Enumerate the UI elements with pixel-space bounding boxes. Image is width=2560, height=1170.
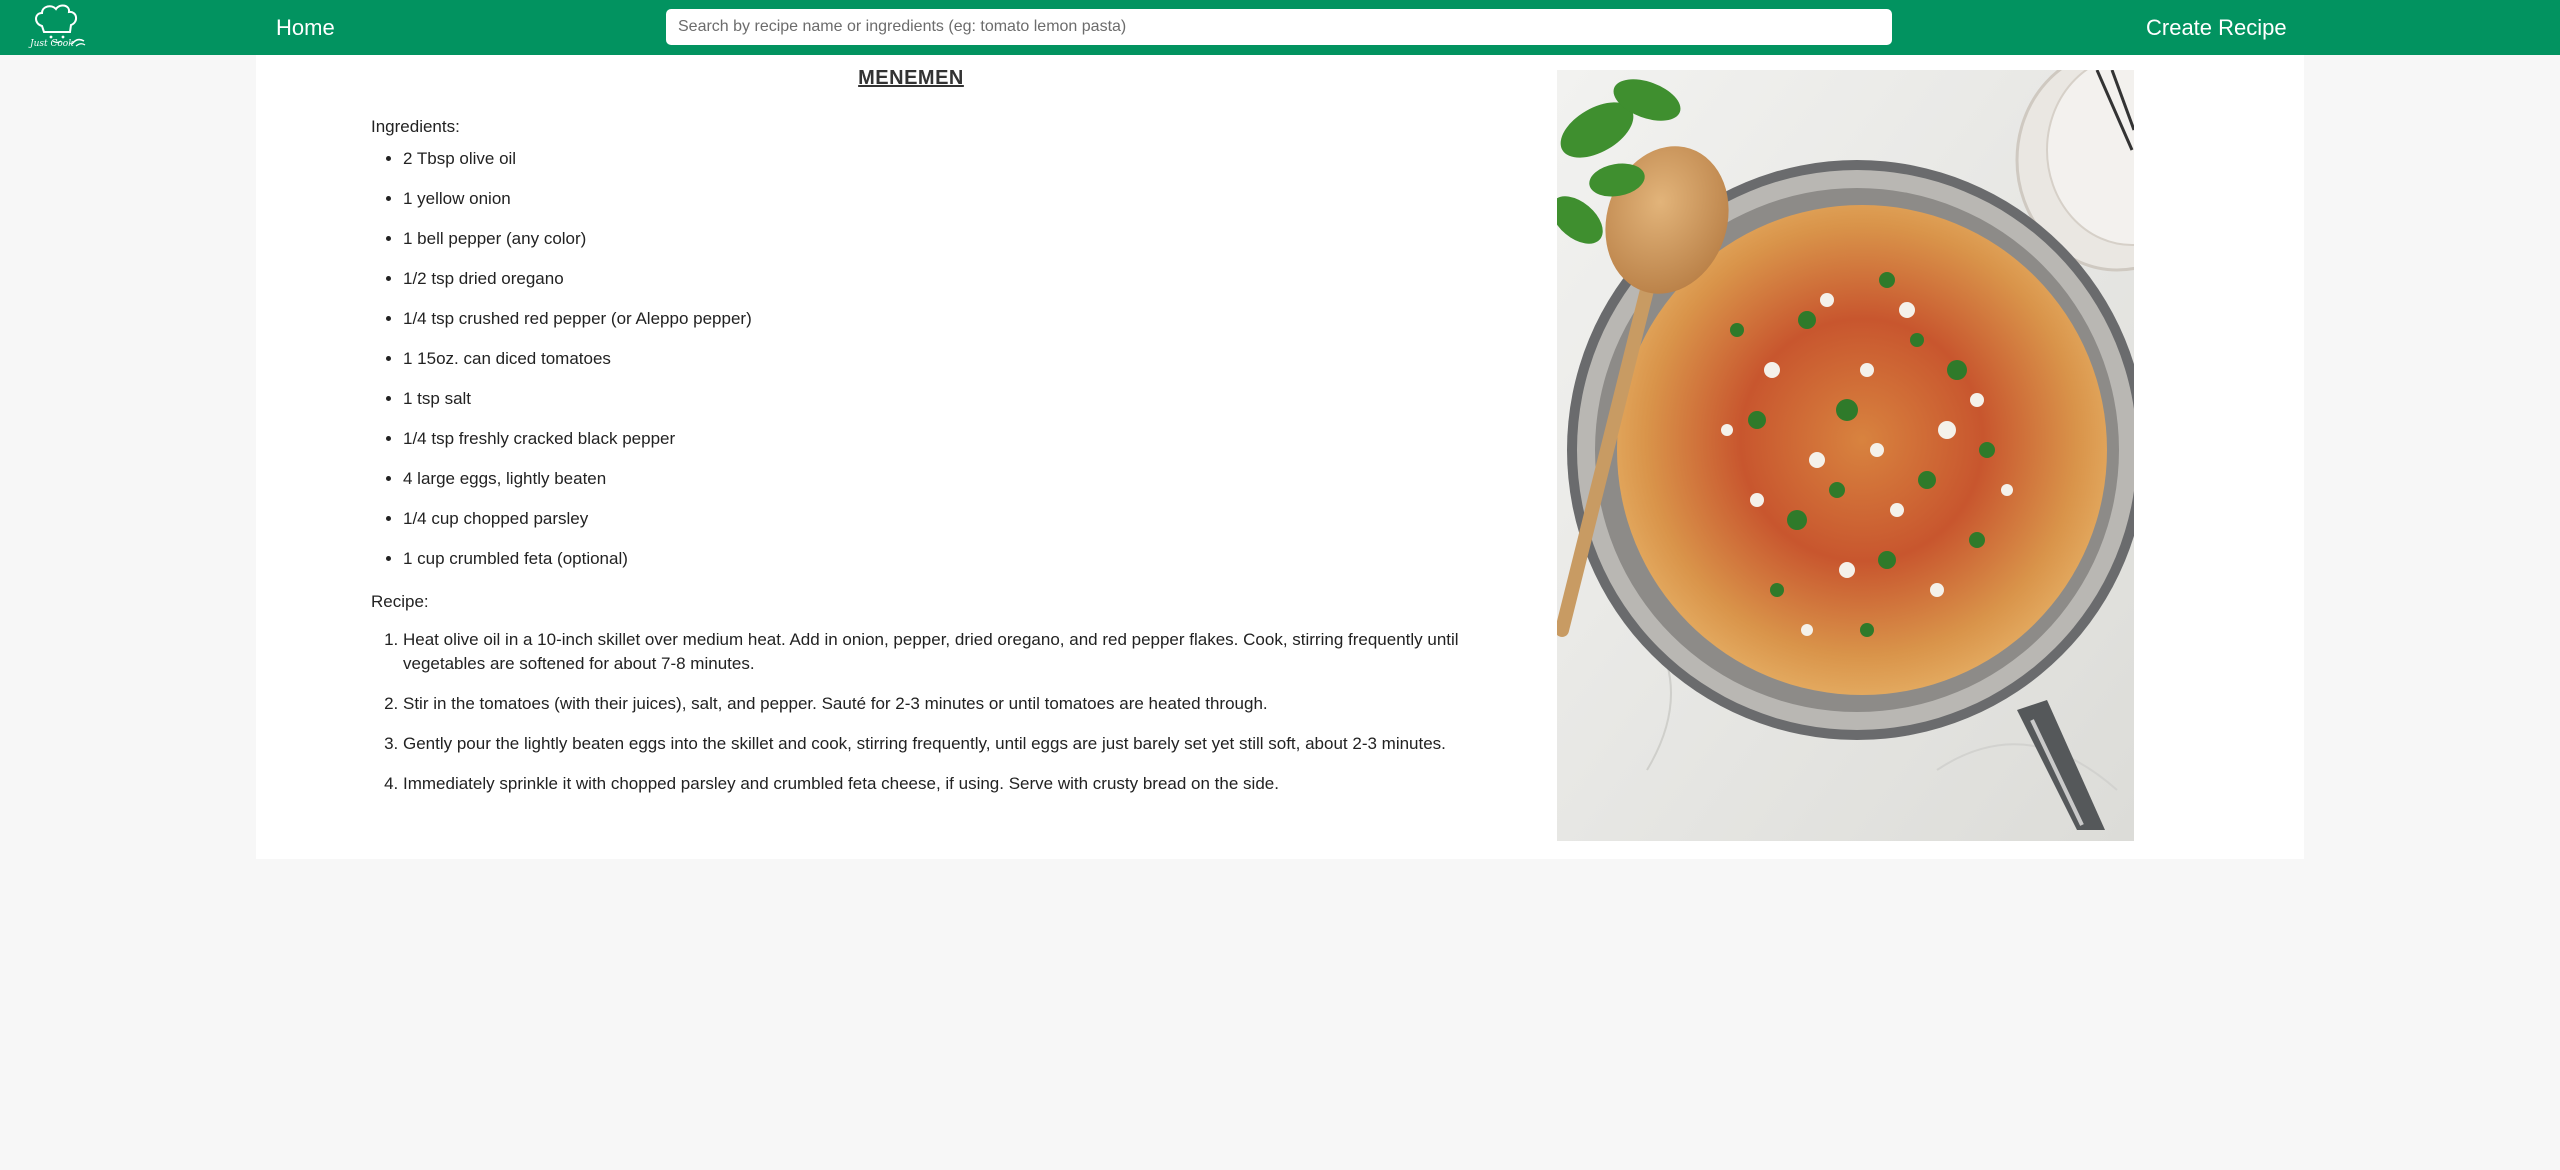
ingredient-item: 1/4 tsp freshly cracked black pepper — [403, 427, 752, 467]
ingredient-item: 1/4 cup chopped parsley — [403, 507, 752, 547]
logo-text: Just Cook — [30, 39, 74, 49]
search-input[interactable] — [666, 9, 1892, 45]
recipe-step: Heat olive oil in a 10-inch skillet over… — [403, 628, 1473, 676]
top-navbar: Just Cook Home Create Recipe — [0, 0, 2560, 55]
nav-home-link[interactable]: Home — [276, 0, 335, 55]
nav-create-recipe-link[interactable]: Create Recipe — [2146, 0, 2287, 55]
ingredients-list: 2 Tbsp olive oil 1 yellow onion 1 bell p… — [371, 147, 752, 587]
recipe-title: MENEMEN — [858, 67, 964, 89]
ingredient-item: 1 15oz. can diced tomatoes — [403, 347, 752, 387]
recipe-steps-heading: Recipe: — [371, 592, 429, 611]
ingredient-item: 2 Tbsp olive oil — [403, 147, 752, 187]
ingredient-item: 1 cup crumbled feta (optional) — [403, 547, 752, 587]
recipe-step: Stir in the tomatoes (with their juices)… — [403, 692, 1473, 716]
ingredient-item: 1/4 tsp crushed red pepper (or Aleppo pe… — [403, 307, 752, 347]
ingredient-item: 1 tsp salt — [403, 387, 752, 427]
recipe-steps-list: Heat olive oil in a 10-inch skillet over… — [371, 628, 1473, 812]
chef-hat-logo-icon[interactable]: Just Cook — [26, 2, 92, 52]
ingredient-item: 1 yellow onion — [403, 187, 752, 227]
menemen-skillet-photo — [1557, 70, 2134, 841]
recipe-step: Gently pour the lightly beaten eggs into… — [403, 732, 1473, 756]
ingredient-item: 1/2 tsp dried oregano — [403, 267, 752, 307]
ingredient-item: 1 bell pepper (any color) — [403, 227, 752, 267]
recipe-card: MENEMEN Ingredients: 2 Tbsp olive oil 1 … — [256, 55, 2304, 859]
ingredient-item: 4 large eggs, lightly beaten — [403, 467, 752, 507]
recipe-step: Immediately sprinkle it with chopped par… — [403, 772, 1473, 796]
ingredients-heading: Ingredients: — [371, 117, 460, 136]
